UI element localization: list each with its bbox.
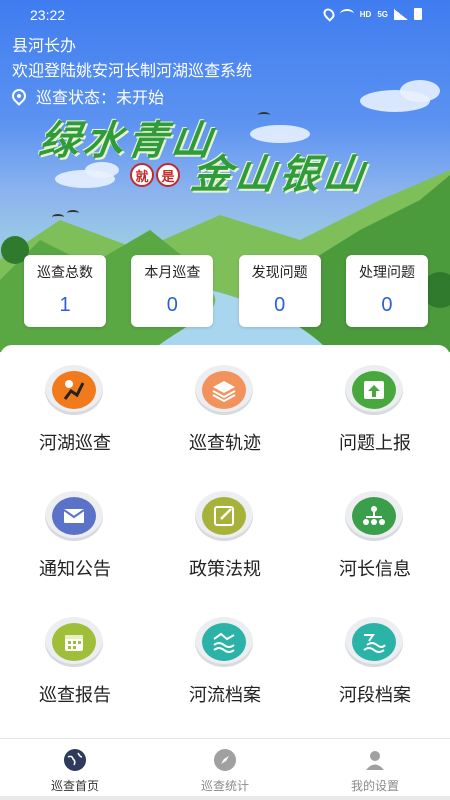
status-time: 23:22 <box>30 7 66 23</box>
icon-badge <box>195 617 253 667</box>
hd-badge: HD <box>359 9 372 19</box>
globe-icon <box>64 749 86 771</box>
stat-card-month[interactable]: 本月巡查 0 <box>131 255 214 327</box>
grid-label: 河湖巡查 <box>39 433 111 454</box>
calendar-icon <box>52 623 96 661</box>
grid-item-patrol-track[interactable]: 巡查轨迹 <box>150 345 300 465</box>
grid-label: 河流档案 <box>189 685 261 706</box>
nav-label: 巡查首页 <box>50 779 99 793</box>
icon-badge <box>195 365 253 415</box>
user-icon <box>364 749 386 771</box>
icon-badge <box>45 491 103 541</box>
signal-icon <box>394 8 408 20</box>
bird-decoration <box>52 214 64 220</box>
wifi-icon <box>339 9 354 19</box>
welcome-text: 欢迎登陆姚安河长制河湖巡查系统 <box>12 61 253 80</box>
mail-icon <box>52 497 96 535</box>
stat-label: 处理问题 <box>358 265 415 281</box>
icon-badge <box>345 491 403 541</box>
edit-doc-icon <box>202 497 246 535</box>
stat-label: 发现问题 <box>251 265 308 281</box>
grid-item-section-archive[interactable]: 河段档案 <box>300 597 450 717</box>
upload-icon <box>352 371 396 409</box>
patrol-state-text: 巡查状态：未开始 <box>36 88 165 107</box>
slogan-seals: 就 是 <box>130 163 180 187</box>
battery-icon <box>414 8 422 20</box>
location-pin-icon <box>9 86 29 106</box>
stat-value: 0 <box>274 294 286 316</box>
grid-item-river-archive[interactable]: 河流档案 <box>150 597 300 717</box>
function-grid: 河湖巡查 巡查轨迹 问题上报 通知公告 政策法规 河长信息 巡查报告 河流档案 … <box>0 345 450 740</box>
compass-icon <box>214 749 236 771</box>
bird-decoration <box>258 112 270 118</box>
icon-badge <box>345 617 403 667</box>
grid-label: 河长信息 <box>339 559 411 580</box>
nav-item-home[interactable]: 巡查首页 <box>0 739 150 800</box>
icon-badge <box>195 491 253 541</box>
bird-decoration <box>67 210 79 216</box>
stat-value: 1 <box>59 294 71 316</box>
slogan-line1: 绿水青山 <box>36 117 219 164</box>
org-chart-icon <box>352 497 396 535</box>
bottom-nav: 巡查首页 巡查统计 我的设置 <box>0 738 450 800</box>
stat-card-total[interactable]: 巡查总数 1 <box>24 255 106 327</box>
stat-value: 0 <box>166 294 178 316</box>
seal-char: 是 <box>156 163 180 187</box>
river-section-icon <box>352 623 396 661</box>
nav-item-settings[interactable]: 我的设置 <box>300 739 450 800</box>
icon-badge <box>45 365 103 415</box>
layers-icon <box>202 371 246 409</box>
stats-row: 巡查总数 1 本月巡查 0 发现问题 0 处理问题 0 <box>24 255 428 327</box>
office-title: 县河长办 <box>12 36 77 55</box>
stat-label: 巡查总数 <box>37 265 93 281</box>
patrol-route-icon <box>52 371 96 409</box>
stat-card-found[interactable]: 发现问题 0 <box>238 255 321 327</box>
grid-label: 巡查报告 <box>39 685 111 706</box>
icon-badge <box>45 617 103 667</box>
icon-badge <box>345 365 403 415</box>
grid-item-notices[interactable]: 通知公告 <box>0 471 150 591</box>
grid-label: 巡查轨迹 <box>189 433 261 454</box>
grid-item-report-issue[interactable]: 问题上报 <box>300 345 450 465</box>
network-5g-label: 5G <box>377 9 388 19</box>
grid-item-patrol-report[interactable]: 巡查报告 <box>0 597 150 717</box>
seal-char: 就 <box>130 163 154 187</box>
grid-label: 河段档案 <box>339 685 411 706</box>
stat-card-handled[interactable]: 处理问题 0 <box>345 255 428 327</box>
home-indicator <box>0 796 450 800</box>
location-icon <box>320 6 337 22</box>
slogan-line2: 金山银山 <box>188 151 371 198</box>
status-icons: HD 5G <box>320 6 422 22</box>
nav-label: 我的设置 <box>350 779 399 793</box>
grid-item-river-patrol[interactable]: 河湖巡查 <box>0 345 150 465</box>
nav-label: 巡查统计 <box>200 779 249 793</box>
grid-item-policies[interactable]: 政策法规 <box>150 471 300 591</box>
patrol-state: 巡查状态：未开始 <box>9 84 165 108</box>
stat-label: 本月巡查 <box>144 265 201 281</box>
grid-item-chief-info[interactable]: 河长信息 <box>300 471 450 591</box>
status-bar: 23:22 HD 5G <box>0 0 450 30</box>
stat-value: 0 <box>381 294 393 316</box>
grid-label: 政策法规 <box>189 559 261 580</box>
nav-item-stats[interactable]: 巡查统计 <box>150 739 300 800</box>
grid-label: 通知公告 <box>39 559 111 580</box>
grid-label: 问题上报 <box>339 433 411 454</box>
river-icon <box>202 623 246 661</box>
